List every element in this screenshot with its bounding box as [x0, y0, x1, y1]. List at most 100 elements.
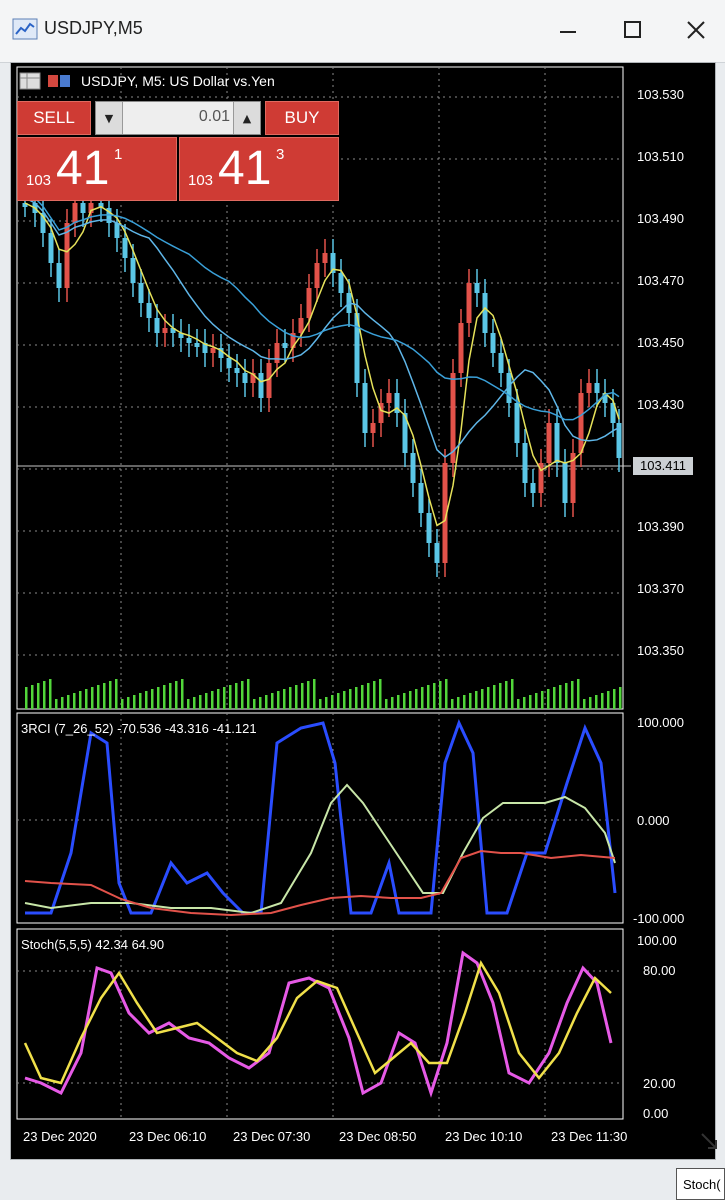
moving-average-fast	[24, 202, 620, 527]
candle-body	[48, 233, 54, 263]
volume-bar	[103, 683, 106, 709]
buy-button[interactable]: BUY	[265, 101, 339, 135]
volume-bar	[409, 691, 412, 709]
volume-bar	[403, 693, 406, 709]
price-axis-label: 103.430	[637, 397, 684, 412]
volume-bar	[499, 683, 502, 709]
rci-axis-label: -100.000	[633, 911, 685, 926]
volume-bar	[427, 685, 430, 709]
rci-short-line	[25, 719, 617, 915]
candle-body	[466, 283, 472, 323]
volume-bar	[361, 685, 364, 709]
volume-bar	[493, 685, 496, 709]
volume-bar	[547, 689, 550, 709]
rci-indicator-label: 3RCI (7_26_52) -70.536 -43.316 -41.121	[21, 721, 257, 736]
volume-bar	[49, 679, 52, 709]
resize-grip-icon[interactable]	[698, 1130, 720, 1152]
volume-bar	[163, 685, 166, 709]
volume-bar	[439, 681, 442, 709]
lot-size-stepper[interactable]: ▼ 0.01 ▲	[95, 101, 261, 135]
indicator-tab[interactable]: Stoch(	[676, 1168, 725, 1200]
sell-button[interactable]: SELL	[17, 101, 91, 135]
volume-bar	[205, 693, 208, 709]
volume-bar	[43, 681, 46, 709]
volume-bar	[121, 699, 124, 709]
one-click-trading-panel: SELL ▼ 0.01 ▲ BUY 103 41 1 103 41 3	[17, 101, 339, 201]
lot-decrease-icon[interactable]: ▼	[96, 102, 123, 134]
candle-body	[530, 483, 536, 493]
volume-bar	[97, 685, 100, 709]
time-axis-label: 23 Dec 10:10	[445, 1129, 523, 1144]
candle-body	[138, 283, 144, 303]
volume-bar	[391, 697, 394, 709]
candle-body	[594, 383, 600, 393]
minimize-icon[interactable]	[548, 14, 588, 46]
candle-body	[554, 423, 560, 463]
candle-body	[194, 343, 200, 347]
candle-body	[234, 368, 240, 373]
price-axis-label: 103.510	[637, 149, 684, 164]
volume-bar	[181, 679, 184, 709]
window-title: USDJPY,M5	[44, 18, 143, 38]
candle-body	[274, 343, 280, 363]
volume-bar	[433, 683, 436, 709]
volume-bar	[415, 689, 418, 709]
volume-bar	[187, 699, 190, 709]
sell-price-prefix: 103	[26, 172, 52, 189]
candle-body	[56, 263, 62, 288]
volume-bar	[193, 697, 196, 709]
volume-bar	[109, 681, 112, 709]
volume-bar	[169, 683, 172, 709]
volume-bar	[325, 697, 328, 709]
volume-bar	[457, 697, 460, 709]
chart-canvas[interactable]	[11, 63, 715, 1159]
moving-average-slow	[24, 192, 620, 421]
candle-body	[482, 293, 488, 333]
candle-body	[146, 303, 152, 318]
buy-price-button[interactable]: 103 41 3	[179, 137, 339, 201]
candle-body	[522, 443, 528, 483]
one-click-trading-icon[interactable]	[47, 72, 73, 90]
candle-body	[80, 203, 86, 213]
candle-body	[458, 323, 464, 373]
price-axis-label: 103.470	[637, 273, 684, 288]
sell-price-button[interactable]: 103 41 1	[17, 137, 177, 201]
volume-bar	[451, 699, 454, 709]
candle-body	[114, 223, 120, 238]
close-icon[interactable]	[676, 14, 716, 46]
candle-body	[490, 333, 496, 353]
lot-increase-icon[interactable]: ▲	[233, 102, 260, 134]
candle-body	[370, 423, 376, 433]
volume-bar	[373, 681, 376, 709]
candle-body	[210, 348, 216, 353]
maximize-icon[interactable]	[612, 14, 652, 46]
volume-bar	[589, 697, 592, 709]
chart-window[interactable]: USDJPY, M5: US Dollar vs.Yen SELL ▼ 0.01…	[10, 62, 716, 1160]
lot-size-input[interactable]: 0.01	[126, 108, 230, 126]
volume-bar	[295, 685, 298, 709]
volume-bar	[511, 679, 514, 709]
buy-price-pip: 3	[276, 146, 285, 163]
volume-bar	[529, 695, 532, 709]
volume-bar	[67, 695, 70, 709]
candle-body	[186, 338, 192, 343]
candle-body	[498, 353, 504, 373]
volume-bar	[397, 695, 400, 709]
volume-bar	[247, 679, 250, 709]
time-axis-label: 23 Dec 11:30	[551, 1129, 628, 1144]
volume-bar	[367, 683, 370, 709]
candle-body	[474, 283, 480, 293]
volume-bar	[487, 687, 490, 709]
price-axis-label: 103.350	[637, 643, 684, 658]
candle-body	[226, 358, 232, 368]
volume-bar	[445, 679, 448, 709]
volume-bar	[259, 697, 262, 709]
time-axis-label: 23 Dec 06:10	[129, 1129, 207, 1144]
stoch-axis-label: 0.00	[643, 1106, 669, 1121]
candle-body	[306, 288, 312, 318]
volume-bar	[475, 691, 478, 709]
stoch-main-line	[24, 950, 613, 1098]
volume-bar	[583, 699, 586, 709]
time-axis-label: 23 Dec 07:30	[233, 1129, 311, 1144]
rci-axis-label: 100.000	[637, 715, 684, 730]
